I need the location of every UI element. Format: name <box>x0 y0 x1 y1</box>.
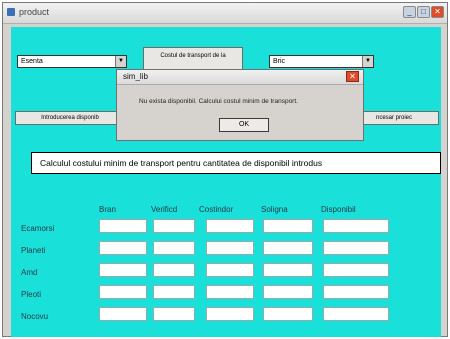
grid-cell[interactable] <box>153 219 195 233</box>
main-window: product _ □ ✕ Esenta ▼ Costul de transpo… <box>2 2 448 337</box>
dialog-title-bar: sim_lib ✕ <box>117 70 363 85</box>
grid-cell[interactable] <box>206 307 254 321</box>
column-header: Verificd <box>151 205 178 214</box>
grid-cell[interactable] <box>323 285 389 299</box>
row-label: Pleoti <box>21 290 42 299</box>
row-label: Amd <box>21 268 38 277</box>
column-header: Disponibil <box>321 205 356 214</box>
close-button[interactable]: ✕ <box>431 6 444 18</box>
calculate-min-cost-button[interactable]: Calculul costului minim de transport pen… <box>31 152 441 174</box>
grid-cell[interactable] <box>99 307 147 321</box>
grid-cell[interactable] <box>263 307 313 321</box>
grid-cell[interactable] <box>153 263 195 277</box>
message-dialog: sim_lib ✕ Nu exista disponibil. Calcului… <box>116 69 364 141</box>
grid-cell[interactable] <box>99 219 147 233</box>
row-label: Ecamorsi <box>21 224 55 233</box>
combo-left-value: Esenta <box>21 58 43 65</box>
project-need-label: ncesar proiec <box>375 115 413 121</box>
column-header: Costindor <box>199 205 234 214</box>
dialog-message: Nu exista disponibil. Calcului costul mi… <box>139 98 298 105</box>
enter-availability-button[interactable]: Introducerea disponib <box>15 111 125 125</box>
combo-right-value: Bric <box>273 58 286 65</box>
grid-cell[interactable] <box>99 285 147 299</box>
grid-cell[interactable] <box>263 241 313 255</box>
grid-cell[interactable] <box>323 219 389 233</box>
grid-cell[interactable] <box>323 307 389 321</box>
close-icon[interactable]: ✕ <box>346 71 359 82</box>
row-label: Nocovu <box>21 312 49 321</box>
grid-cell[interactable] <box>99 241 147 255</box>
enter-availability-label: Introducerea disponib <box>41 115 99 121</box>
app-icon <box>7 8 15 16</box>
grid-cell[interactable] <box>206 263 254 277</box>
grid-cell[interactable] <box>263 219 313 233</box>
minimize-button[interactable]: _ <box>403 6 416 18</box>
chevron-down-icon[interactable]: ▼ <box>362 56 373 67</box>
dialog-title: sim_lib <box>123 72 148 81</box>
title-bar: product _ □ ✕ <box>3 3 447 24</box>
chevron-down-icon[interactable]: ▼ <box>115 56 126 67</box>
column-header: Soligna <box>261 205 288 214</box>
combo-right[interactable]: Bric ▼ <box>269 55 374 68</box>
grid-cell[interactable] <box>263 263 313 277</box>
grid-cell[interactable] <box>206 241 254 255</box>
grid-cell[interactable] <box>206 219 254 233</box>
transport-cost-label: Costul de transport de la <box>160 53 226 59</box>
grid-cell[interactable] <box>323 263 389 277</box>
grid-cell[interactable] <box>153 307 195 321</box>
combo-left[interactable]: Esenta ▼ <box>17 55 127 68</box>
window-title: product <box>19 7 50 17</box>
grid-cell[interactable] <box>206 285 254 299</box>
grid-cell[interactable] <box>153 285 195 299</box>
calculate-min-cost-label: Calculul costului minim de transport pen… <box>40 158 323 168</box>
row-label: Planeti <box>21 246 46 255</box>
grid-cell[interactable] <box>99 263 147 277</box>
grid-cell[interactable] <box>263 285 313 299</box>
ok-button[interactable]: OK <box>219 118 269 132</box>
grid-cell[interactable] <box>153 241 195 255</box>
maximize-button[interactable]: □ <box>417 6 430 18</box>
grid-cell[interactable] <box>323 241 389 255</box>
column-header: Bran <box>99 205 116 214</box>
